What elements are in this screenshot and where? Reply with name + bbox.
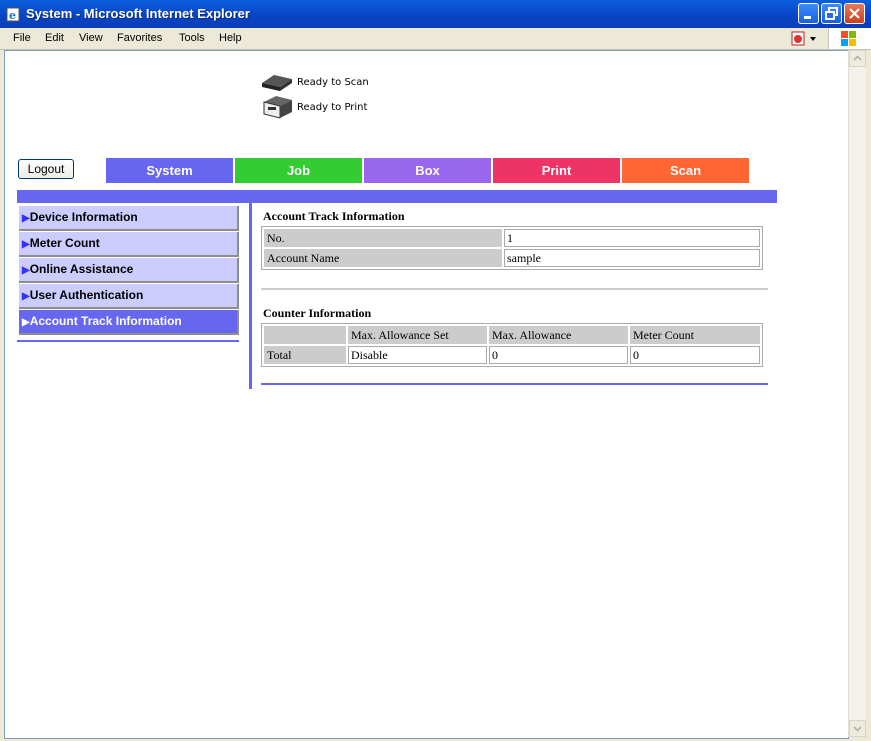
print-status: Ready to Print xyxy=(297,102,368,113)
logout-button[interactable]: Logout xyxy=(18,159,74,179)
title-bar: e System - Microsoft Internet Explorer xyxy=(0,0,871,28)
arrow-right-icon: ▶ xyxy=(22,213,30,224)
table-row: Total Disable 0 0 xyxy=(264,346,760,364)
sidebar-item-user-authentication[interactable]: ▶User Authentication xyxy=(19,284,239,309)
sidebar-item-online-assistance[interactable]: ▶Online Assistance xyxy=(19,258,239,283)
internet-explorer-icon: e xyxy=(6,7,20,22)
counter-title: Counter Information xyxy=(263,306,372,320)
tab-underline-bar xyxy=(17,190,777,203)
menu-favorites[interactable]: Favorites xyxy=(117,32,162,44)
sidebar-item-meter-count[interactable]: ▶Meter Count xyxy=(19,232,239,257)
column-header: Meter Count xyxy=(630,326,760,344)
restore-icon xyxy=(825,7,838,20)
table-header-row: Max. Allowance Set Max. Allowance Meter … xyxy=(264,326,760,344)
account-track-title: Account Track Information xyxy=(263,209,405,223)
column-header: Max. Allowance xyxy=(489,326,628,344)
tab-print[interactable]: Print xyxy=(493,158,620,183)
minimize-icon xyxy=(804,16,811,19)
menu-edit[interactable]: Edit xyxy=(45,32,64,44)
printer-icon xyxy=(263,96,292,119)
content-divider xyxy=(249,203,252,389)
section-divider xyxy=(261,288,768,290)
menu-tools[interactable]: Tools xyxy=(179,32,205,44)
account-track-table: No. 1 Account Name sample xyxy=(261,226,763,270)
sidebar-item-device-information[interactable]: ▶Device Information xyxy=(19,206,239,231)
svg-text:e: e xyxy=(9,9,16,22)
sidebar-item-label: Device Information xyxy=(29,210,138,224)
row-label-total: Total xyxy=(264,346,346,364)
arrow-right-icon: ▶ xyxy=(22,291,30,302)
sidebar-item-label: Account Track Information xyxy=(29,314,182,328)
sidebar-item-account-track-information[interactable]: ▶Account Track Information xyxy=(19,310,239,335)
table-cell: Disable xyxy=(348,346,487,364)
table-row: No. 1 xyxy=(264,229,760,247)
tab-box[interactable]: Box xyxy=(364,158,491,183)
section-end-divider xyxy=(261,383,768,385)
table-cell: 0 xyxy=(489,346,628,364)
row-value-no: 1 xyxy=(504,229,760,247)
scan-status: Ready to Scan xyxy=(297,77,369,88)
page-content: Ready to Scan Ready to Print Logout Syst… xyxy=(4,50,849,739)
table-row: Account Name sample xyxy=(264,249,760,267)
menu-view[interactable]: View xyxy=(79,32,103,44)
arrow-right-icon: ▶ xyxy=(22,239,30,250)
windows-flag-icon xyxy=(841,31,856,46)
counter-table: Max. Allowance Set Max. Allowance Meter … xyxy=(261,323,763,367)
chevron-down-icon xyxy=(853,726,862,732)
row-label-no: No. xyxy=(264,229,502,247)
adobe-pdf-icon[interactable] xyxy=(790,30,820,47)
tab-job[interactable]: Job xyxy=(235,158,362,183)
chevron-up-icon xyxy=(853,55,862,61)
vertical-scrollbar[interactable] xyxy=(848,50,866,737)
sidebar-item-label: Online Assistance xyxy=(29,262,134,276)
minimize-button[interactable] xyxy=(798,3,819,24)
sidebar-item-label: Meter Count xyxy=(29,236,100,250)
scroll-up-button[interactable] xyxy=(849,50,866,67)
close-icon xyxy=(849,8,860,19)
sidebar-divider xyxy=(17,340,239,342)
row-label-account-name: Account Name xyxy=(264,249,502,267)
column-header: Max. Allowance Set xyxy=(348,326,487,344)
menu-help[interactable]: Help xyxy=(219,32,242,44)
window-title: System - Microsoft Internet Explorer xyxy=(26,6,250,21)
column-header xyxy=(264,326,346,344)
scroll-down-button[interactable] xyxy=(849,720,866,737)
sidebar-item-label: User Authentication xyxy=(29,288,144,302)
restore-button[interactable] xyxy=(821,3,842,24)
menu-file[interactable]: File xyxy=(13,32,31,44)
table-cell: 0 xyxy=(630,346,760,364)
tab-scan[interactable]: Scan xyxy=(622,158,749,183)
tab-system[interactable]: System xyxy=(106,158,233,183)
windows-logo xyxy=(828,28,871,49)
scanner-icon xyxy=(262,75,292,91)
arrow-right-icon: ▶ xyxy=(22,265,30,276)
menu-bar: File Edit View Favorites Tools Help xyxy=(0,28,871,50)
arrow-right-icon: ▶ xyxy=(22,317,30,328)
close-button[interactable] xyxy=(844,3,865,24)
row-value-account-name: sample xyxy=(504,249,760,267)
